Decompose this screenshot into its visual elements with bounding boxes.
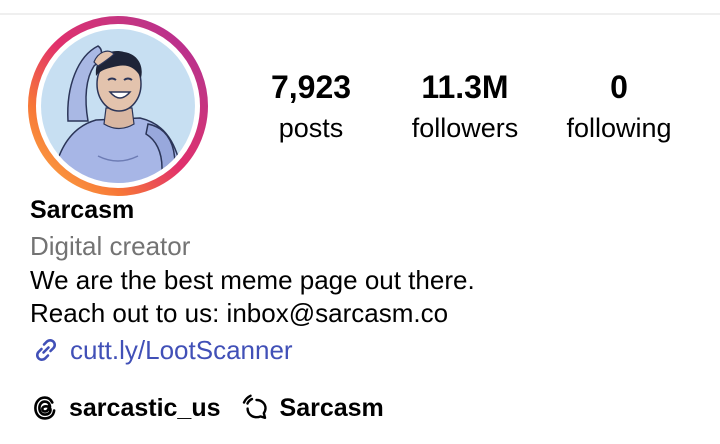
profile-name: Sarcasm [30,196,135,224]
link-icon [30,334,62,366]
posts-stat[interactable]: 7,923 posts [251,66,371,146]
broadcast-channel-icon [241,393,271,423]
posts-count: 7,923 [270,69,352,105]
threads-icon [30,393,60,423]
profile-avatar[interactable] [28,16,208,196]
bio-line-1: We are the best meme page out there. [30,265,475,295]
profile-link-text: cutt.ly/LootScanner [70,334,293,365]
profile-category: Digital creator [30,231,191,261]
broadcast-channel-badge[interactable]: Sarcasm [241,393,384,423]
following-label: following [566,113,672,143]
threads-handle: sarcastic_us [69,393,221,422]
profile-badges-row: sarcastic_us Sarcasm [30,390,384,426]
broadcast-channel-name: Sarcasm [279,393,384,422]
followers-stat[interactable]: 11.3M followers [395,66,535,146]
posts-label: posts [278,113,344,143]
following-count: 0 [610,69,628,105]
followers-count: 11.3M [421,69,509,105]
profile-bio: We are the best meme page out there. Rea… [30,264,475,330]
following-stat[interactable]: 0 following [551,66,687,146]
profile-link[interactable]: cutt.ly/LootScanner [30,333,293,367]
top-divider [0,13,720,15]
bio-line-2: Reach out to us: inbox@sarcasm.co [30,298,449,328]
threads-badge[interactable]: sarcastic_us [30,393,221,423]
followers-label: followers [411,113,519,143]
